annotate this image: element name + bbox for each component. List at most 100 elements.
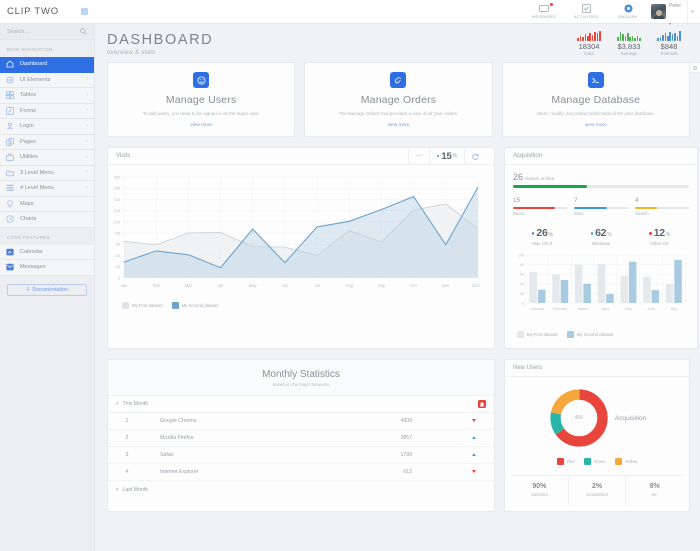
header-stat-earnings[interactable]: $3,833 Earnings xyxy=(614,30,644,56)
table-row[interactable]: 4 Internet Explorer 612 xyxy=(108,463,494,482)
donut-wrapper: 450 Acquisition xyxy=(511,387,683,449)
charts-row: Visits — 15 % 180 160 140 120 100 80 60 … xyxy=(107,147,698,350)
sidebar-item-ui-elements[interactable]: UI Elements ‹ xyxy=(0,72,94,88)
visitors-online-bar-track xyxy=(513,185,689,188)
visits-controls: — 15 % xyxy=(407,147,486,165)
sidebar-item-3-level-menu[interactable]: 3 Level Menu ‹ xyxy=(0,165,94,181)
user-menu[interactable]: Peter ▾ xyxy=(649,0,687,30)
search-icon[interactable] xyxy=(80,28,87,35)
donut-annotation: Acquisition xyxy=(614,414,647,422)
message-badge-dot xyxy=(550,2,554,6)
topnav-label-english: ENGLISH xyxy=(618,14,638,19)
visits-title: Visits xyxy=(116,153,131,159)
table-row[interactable]: 3 Safari 1789 xyxy=(108,446,494,465)
row-value: 4909 xyxy=(298,413,454,431)
chevron-left-icon: ‹ xyxy=(86,122,88,129)
sidebar-item-4-level-menu[interactable]: 4 Level Menu ‹ xyxy=(0,181,94,197)
svg-text:Jul: Jul xyxy=(314,283,319,288)
content-area: Manage Users To add users, you need to b… xyxy=(95,62,700,551)
os-windows-symbol: % xyxy=(607,232,612,239)
topnav-item-activities[interactable]: ACTIVITIES xyxy=(565,0,607,24)
search-input[interactable] xyxy=(7,28,80,35)
acq-legend-item-first[interactable]: My First dataset xyxy=(517,331,558,339)
user-name: Peter xyxy=(669,2,681,9)
sidebar-item-messages[interactable]: Messages xyxy=(0,260,94,276)
refresh-icon[interactable] xyxy=(464,147,486,165)
promo-card-manage-users: Manage Users To add users, you need to b… xyxy=(107,62,296,137)
row-index: 2 xyxy=(108,429,146,448)
sidebar-item-forms[interactable]: Forms ‹ xyxy=(0,103,94,119)
topnav-item-english[interactable]: ENGLISH xyxy=(607,0,649,24)
chevron-left-icon: ‹ xyxy=(86,91,88,98)
legend-item-first-dataset[interactable]: My First dataset xyxy=(122,302,163,309)
promo-desc-manage-database: Store, modify, and extract information f… xyxy=(536,111,655,116)
sidebar-item-maps[interactable]: Maps xyxy=(0,196,94,212)
new-users-header: New Users xyxy=(505,360,689,378)
channel-direct: 15 Direct xyxy=(513,197,567,216)
donut-legend-item-yellow[interactable]: Yellow xyxy=(614,458,637,466)
header-stats: 18304 Sales $3,833 Earnings $848 Referra… xyxy=(574,30,684,56)
sidebar-item-login[interactable]: Login ‹ xyxy=(0,119,94,135)
folder-icon xyxy=(6,169,14,177)
calendar-icon xyxy=(6,248,14,256)
sidebar-label-4-level-menu: 4 Level Menu xyxy=(20,185,54,192)
sidebar-label-charts: Charts xyxy=(20,216,37,223)
group-row-this-month[interactable]: ▾ This Month xyxy=(108,396,494,414)
svg-text:0: 0 xyxy=(522,302,524,306)
documentation-button[interactable]: ⇩ Documentation xyxy=(7,283,87,296)
brand-square-icon xyxy=(81,8,88,15)
new-users-card: New Users 450 Acquisition Red Green Yell… xyxy=(504,359,690,513)
header-stat-referrals[interactable]: $848 Referrals xyxy=(654,30,684,56)
sidebar-item-tables[interactable]: Tables ‹ xyxy=(0,88,94,104)
os-other-value-wrap: 12% xyxy=(630,227,689,239)
sidebar-item-pages[interactable]: Pages ‹ xyxy=(0,134,94,150)
os-win-value-wrap: 62% xyxy=(572,227,631,239)
satisfied-label: Satisfied xyxy=(530,492,548,498)
visitors-online-label: visitors on-line xyxy=(525,176,555,181)
donut-legend-item-green[interactable]: Green xyxy=(583,458,606,466)
visits-area-chart[interactable]: 180 160 140 120 100 80 60 40 20 0 Jan Fe… xyxy=(112,171,484,295)
promo-link-manage-database[interactable]: view more xyxy=(511,123,681,128)
svg-text:20: 20 xyxy=(520,292,524,296)
sidebar-collapse-toggle[interactable]: ◂ xyxy=(687,0,696,24)
na-value: 8% xyxy=(649,483,660,491)
table-row[interactable]: 2 Mozilla Firefox 3857 xyxy=(108,429,494,448)
promo-link-manage-orders[interactable]: view more xyxy=(313,123,483,128)
acquisition-donut-chart[interactable]: 450 xyxy=(548,387,610,449)
sidebar-item-charts[interactable]: Charts xyxy=(0,212,94,228)
visits-dash-button[interactable]: — xyxy=(407,147,429,165)
table-row[interactable]: 1 Google Chrome 4909 xyxy=(108,413,494,431)
sidebar-search-row[interactable] xyxy=(0,24,94,40)
group-row-last-month[interactable]: ▾ Last Month xyxy=(108,481,494,498)
visits-percent-symbol: % xyxy=(452,153,457,159)
svg-text:April: April xyxy=(602,307,610,311)
brand-logo[interactable]: CLIP TWO xyxy=(0,0,95,24)
book-icon: ⇩ xyxy=(25,286,31,293)
acquisition-channels: 15 Direct 7 Sites 4 Search xyxy=(513,197,689,216)
settings-gear-icon[interactable] xyxy=(689,62,700,73)
sidebar-item-dashboard[interactable]: Dashboard xyxy=(0,57,94,73)
legend-item-second-dataset[interactable]: My Second dataset xyxy=(171,302,218,309)
acquisition-bar-chart[interactable]: 100 80 60 40 20 0 January February March… xyxy=(513,252,689,324)
footer-stat-unsatisfied: 2% Unsatisfied xyxy=(569,476,627,506)
topnav-item-messages[interactable]: MESSAGES xyxy=(523,0,565,24)
chevron-down-icon: ▾ xyxy=(116,486,119,493)
visits-percent[interactable]: 15 % xyxy=(428,147,464,165)
message-icon xyxy=(539,4,549,13)
delete-button[interactable] xyxy=(478,400,486,409)
sidebar-item-calendar[interactable]: Calendar xyxy=(0,244,94,260)
trend-up-icon xyxy=(472,436,476,440)
svg-text:Aug: Aug xyxy=(346,283,354,288)
os-stats-row: 26% Mac OS X 62% Windows 12% Other OS xyxy=(513,227,689,246)
chevron-down-icon: ▾ xyxy=(116,401,119,408)
promo-link-manage-users[interactable]: view more xyxy=(116,123,286,128)
os-windows-label: Windows xyxy=(592,241,610,247)
group-label-last-month: Last Month xyxy=(122,486,149,493)
acq-legend-item-second[interactable]: My Second dataset xyxy=(566,331,613,339)
svg-text:100: 100 xyxy=(113,219,120,224)
header-stat-sales[interactable]: 18304 Sales xyxy=(574,30,604,56)
svg-text:40: 40 xyxy=(116,253,121,258)
donut-legend-item-red[interactable]: Red xyxy=(556,458,575,466)
acq-legend-swatch-blue xyxy=(566,331,574,339)
sidebar-item-utilities[interactable]: Utilities ‹ xyxy=(0,150,94,166)
